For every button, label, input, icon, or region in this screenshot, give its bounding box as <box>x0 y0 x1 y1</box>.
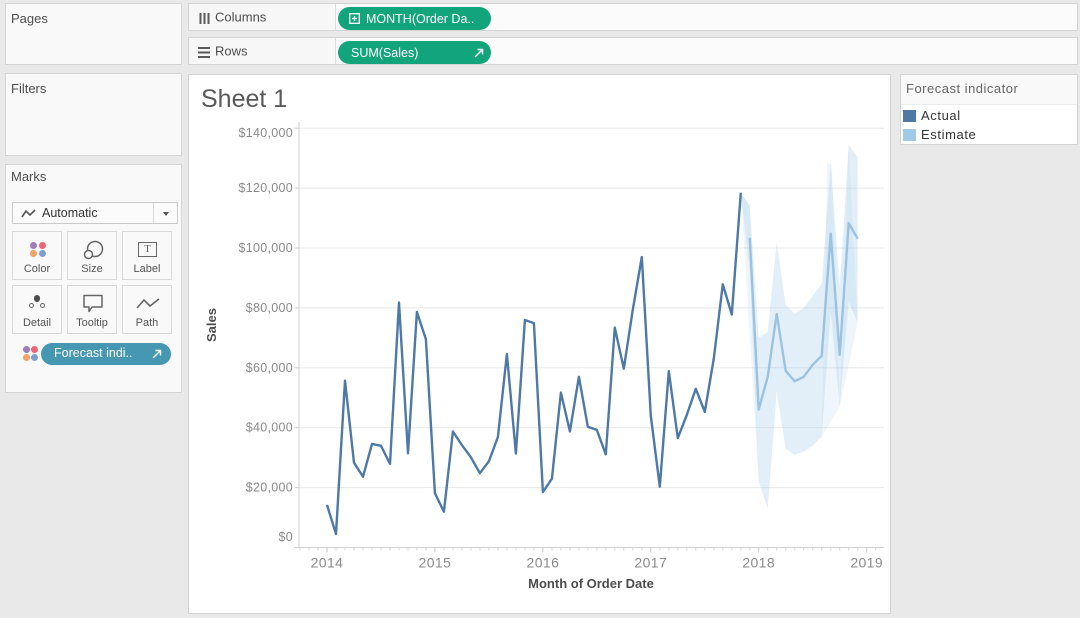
svg-text:$100,000: $100,000 <box>238 241 293 255</box>
svg-text:2016: 2016 <box>527 555 560 571</box>
svg-text:$120,000: $120,000 <box>238 181 293 195</box>
svg-text:2017: 2017 <box>634 555 667 571</box>
svg-text:$40,000: $40,000 <box>246 421 293 435</box>
svg-text:$60,000: $60,000 <box>246 361 293 375</box>
svg-text:$20,000: $20,000 <box>246 481 293 495</box>
svg-text:$80,000: $80,000 <box>246 301 293 315</box>
svg-text:2014: 2014 <box>311 555 344 571</box>
svg-text:Sales: Sales <box>204 308 219 342</box>
svg-text:2015: 2015 <box>419 555 452 571</box>
svg-text:$0: $0 <box>278 530 293 544</box>
svg-text:2018: 2018 <box>742 555 775 571</box>
svg-text:$140,000: $140,000 <box>238 126 293 140</box>
svg-text:Month of Order Date: Month of Order Date <box>528 576 654 591</box>
svg-text:2019: 2019 <box>850 555 883 571</box>
